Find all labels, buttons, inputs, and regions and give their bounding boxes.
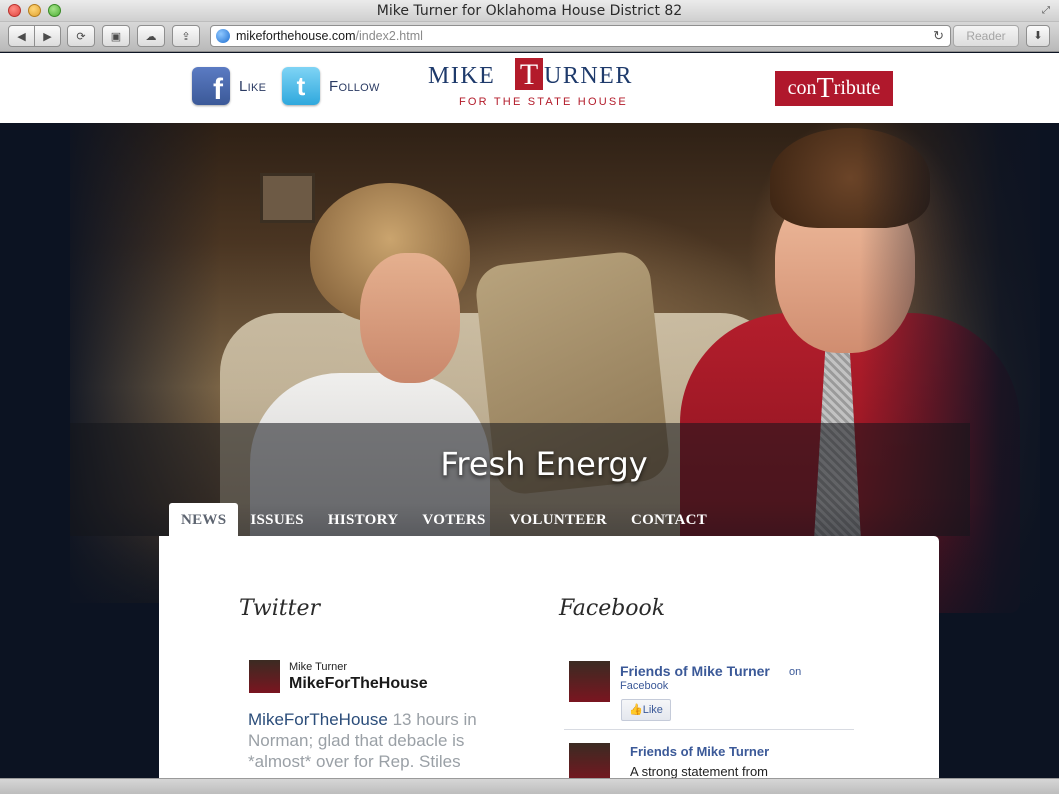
reader-button[interactable]: Reader [953, 25, 1019, 47]
hero-title: Fresh Energy [440, 445, 648, 483]
logo-t-block: T [515, 58, 543, 91]
news-panel: Twitter Facebook Mike Turner MikeForTheH… [159, 536, 939, 778]
facebook-on-text: on [789, 666, 802, 678]
tweet-line-2: Norman; glad that debacle is [248, 731, 465, 750]
nav-volunteer[interactable]: VOLUNTEER [498, 503, 619, 536]
facebook-page-avatar[interactable] [569, 661, 610, 702]
icloud-tabs-button[interactable]: ☁ [137, 25, 165, 47]
downloads-button[interactable]: ⬇ [1026, 25, 1050, 47]
forward-button[interactable]: ▶ [34, 25, 61, 47]
nav-contact[interactable]: CONTACT [619, 503, 719, 536]
nav-voters[interactable]: VOTERS [410, 503, 497, 536]
contribute-prefix: con [787, 77, 817, 99]
facebook-post-avatar[interactable] [569, 743, 610, 778]
twitter-follow-link[interactable]: Follow [329, 78, 380, 95]
facebook-heading: Facebook [559, 596, 666, 621]
history-icon: ⟳ [76, 30, 86, 43]
facebook-post-text: A strong statement from [630, 764, 769, 778]
facebook-icon[interactable]: f [192, 67, 230, 105]
site-header: f Like t Follow MIKE T URNER FOR THE STA… [0, 53, 1059, 123]
globe-icon [216, 29, 230, 43]
nav-news[interactable]: NEWS [169, 503, 239, 536]
facebook-like-label: Like [642, 704, 663, 716]
reading-list-icon: ▣ [110, 30, 122, 43]
logo-tagline: FOR THE STATE HOUSE [459, 96, 628, 108]
contribute-button[interactable]: conTribute [775, 71, 893, 106]
window-titlebar: Mike Turner for Oklahoma House District … [0, 0, 1059, 22]
share-button[interactable]: ⇪ [172, 25, 200, 47]
facebook-post-author[interactable]: Friends of Mike Turner [630, 744, 769, 759]
reading-list-button[interactable]: ▣ [102, 25, 130, 47]
facebook-like-link[interactable]: Like [239, 78, 266, 95]
logo-last-name: URNER [544, 63, 633, 89]
browser-statusbar [0, 778, 1059, 794]
history-button[interactable]: ⟳ [67, 25, 95, 47]
twitter-display-name[interactable]: Mike Turner [289, 661, 347, 673]
download-arrow-icon: ⬇ [1033, 30, 1043, 42]
facebook-like-button[interactable]: 👍Like [621, 699, 671, 721]
tweet-text: MikeForTheHouse 13 hours in Norman; glad… [248, 709, 498, 772]
contribute-t: T [816, 73, 834, 104]
nav-history[interactable]: HISTORY [316, 503, 411, 536]
nav-issues[interactable]: ISSUES [238, 503, 316, 536]
tweet-user-link[interactable]: MikeForTheHouse [248, 710, 388, 729]
cloud-icon: ☁ [145, 30, 157, 43]
thumbs-up-icon: 👍 [629, 704, 643, 716]
contribute-suffix: ribute [833, 77, 881, 99]
twitter-avatar[interactable] [249, 660, 280, 693]
logo-first-name: MIKE [428, 63, 496, 89]
back-button[interactable]: ◀ [8, 25, 35, 47]
facebook-divider [564, 729, 854, 730]
twitter-icon[interactable]: t [282, 67, 320, 105]
url-path: /index2.html [355, 29, 423, 43]
main-nav: NEWS ISSUES HISTORY VOTERS VOLUNTEER CON… [169, 503, 719, 536]
browser-toolbar: ◀ ▶ ⟳ ▣ ☁ ⇪ mikeforthehouse.com/index2.h… [0, 22, 1059, 52]
share-icon: ⇪ [181, 30, 191, 43]
tweet-time[interactable]: 13 hours in [393, 710, 477, 729]
url-host: mikeforthehouse.com [236, 29, 356, 43]
hero-section: Fresh Energy NEWS ISSUES HISTORY VOTERS … [0, 123, 1059, 778]
site-logo[interactable]: MIKE T URNER FOR THE STATE HOUSE [428, 58, 680, 114]
url-text[interactable]: mikeforthehouse.com/index2.html [236, 29, 423, 43]
facebook-platform-link[interactable]: Facebook [620, 680, 668, 692]
tweet-line-3: *almost* over for Rep. Stiles [248, 752, 461, 771]
back-arrow-icon: ◀ [17, 30, 26, 43]
forward-arrow-icon: ▶ [43, 30, 52, 43]
fullscreen-icon[interactable]: ⤢ [1039, 4, 1053, 18]
address-bar[interactable]: mikeforthehouse.com/index2.html ↻ [210, 25, 951, 47]
facebook-page-name[interactable]: Friends of Mike Turner [620, 663, 770, 679]
reload-icon[interactable]: ↻ [933, 28, 944, 44]
twitter-heading: Twitter [239, 596, 320, 621]
window-title: Mike Turner for Oklahoma House District … [376, 3, 683, 19]
twitter-handle[interactable]: MikeForTheHouse [289, 675, 428, 693]
